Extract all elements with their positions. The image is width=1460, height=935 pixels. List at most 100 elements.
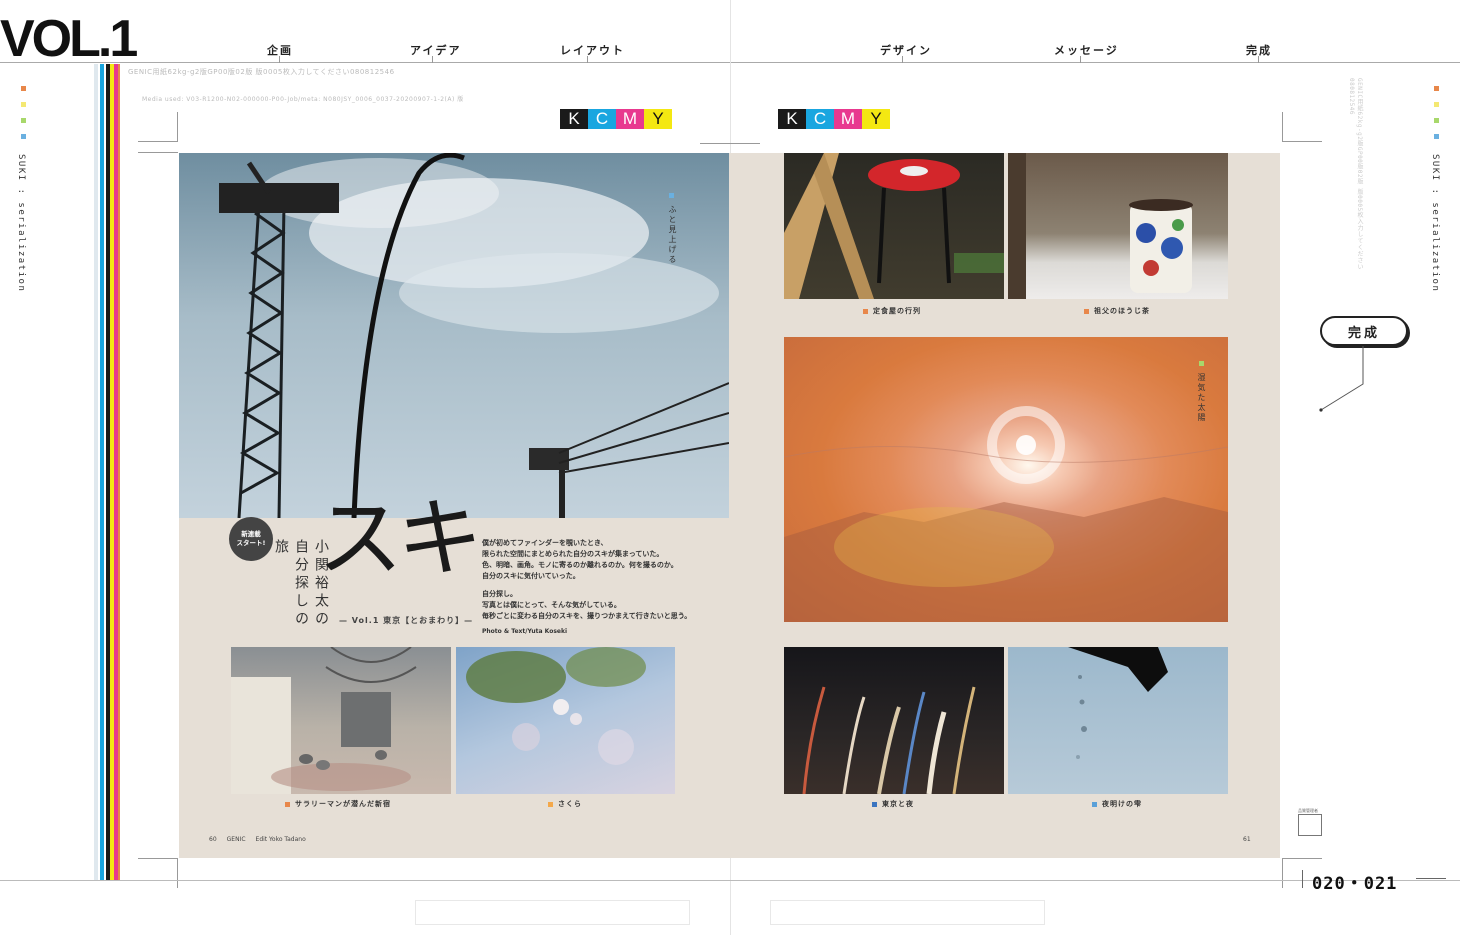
k-block: K	[778, 109, 806, 129]
kcmy-bar-left: K C M Y	[560, 109, 672, 129]
photo-dawn-drop	[1008, 647, 1228, 794]
caption-left-1: サラリーマンが潜んだ新宿	[285, 799, 391, 809]
left-folio: 60 GENIC Edit Yoko Tadano	[209, 836, 306, 843]
photo-hojicha-cup	[1008, 153, 1228, 299]
caption-left-2: さくら	[548, 799, 582, 809]
photo-shinjuku-walkway	[231, 647, 451, 794]
caption-marker	[285, 801, 290, 807]
caption-right-2: 祖父のほうじ茶	[1084, 306, 1150, 316]
crop-mark	[138, 858, 178, 888]
y-block: Y	[644, 109, 672, 129]
pagenum-rule	[1416, 878, 1446, 879]
color-bar-light	[94, 64, 98, 880]
photo-caption-vertical: ふと見上げる	[668, 205, 677, 265]
tab-tick	[587, 56, 588, 63]
tab-planning[interactable]: 企画	[267, 42, 293, 58]
photo-caption-vertical: 湿気た太陽	[1197, 373, 1206, 423]
m-block: M	[616, 109, 644, 129]
tab-layout[interactable]: レイアウト	[560, 42, 625, 58]
caption-text: 祖父のほうじ茶	[1094, 307, 1150, 315]
complete-button[interactable]: 完成	[1320, 316, 1408, 346]
print-form-left	[415, 900, 690, 925]
crop-mark	[1282, 112, 1322, 142]
bottom-rule	[0, 880, 1460, 881]
photo-hazy-sun	[784, 337, 1228, 622]
caption-marker	[872, 801, 877, 807]
body-line: 僕が初めてファインダーを覗いたとき、	[482, 539, 608, 547]
body-line: 写真とは僕にとって、そんな気がしている。	[482, 601, 621, 609]
tab-tick	[902, 56, 903, 63]
tab-message[interactable]: メッセージ	[1054, 42, 1119, 58]
crop-mark	[138, 112, 178, 142]
article-body: 僕が初めてファインダーを覗いたとき、 限られた空間にまとめられた自分のスキが集ま…	[482, 538, 712, 637]
caption-text: 夜明けの雫	[1102, 800, 1142, 808]
article-subtitle: — Vol.1 東京【とおまわり】—	[339, 616, 474, 625]
kcmy-bar-right: K C M Y	[778, 109, 890, 129]
page-number: 60	[209, 836, 217, 843]
photo-sakura	[456, 647, 675, 794]
photo-tokyo-night	[784, 647, 1004, 794]
magazine-spread: ふと見上げる 新連載 スタート! 小関裕太の自分探しの旅 スキ — Vol.1 …	[179, 153, 1280, 858]
marker-square	[21, 118, 26, 123]
c-block: C	[806, 109, 834, 129]
marker-square	[21, 86, 26, 91]
crop-mark	[700, 143, 760, 144]
body-line: 自分のスキに気付いていった。	[482, 572, 580, 580]
check-box[interactable]	[1298, 814, 1322, 836]
body-line: 毎秒ごとに変わる自分のスキを、撮りつかまえて行きたいと思う。	[482, 612, 692, 620]
connector-line	[1319, 346, 1364, 412]
spread-page-number: 020・021	[1312, 874, 1398, 894]
y-block: Y	[862, 109, 890, 129]
article-title: スキ	[317, 489, 483, 589]
right-folio: 61	[1243, 836, 1251, 843]
caption-text: サラリーマンが潜んだ新宿	[295, 800, 391, 808]
editor-credit: Edit Yoko Tadano	[255, 836, 306, 843]
body-line: 自分探し。	[482, 590, 517, 598]
caption-text: さくら	[558, 800, 582, 808]
magazine-name: GENIC	[226, 836, 246, 843]
caption-marker	[1092, 801, 1097, 807]
marker-square	[21, 134, 26, 139]
tab-idea[interactable]: アイデア	[410, 42, 461, 58]
body-line: 限られた空間にまとめられた自分のスキが集まっていた。	[482, 550, 664, 558]
tab-tick	[432, 56, 433, 63]
pagenum-divider	[1302, 870, 1303, 888]
caption-right-1: 定食屋の行列	[863, 306, 921, 316]
marker-square	[1434, 118, 1439, 123]
print-meta-line: Media used: V03-R1200-N02-000000-P00-Job…	[142, 96, 464, 103]
marker-square	[669, 193, 674, 198]
c-block: C	[588, 109, 616, 129]
side-label: SUKI : serialization	[1430, 154, 1440, 293]
photo-credit: Photo & Text/Yuta Koseki	[482, 628, 568, 635]
color-bar-orange	[118, 64, 120, 880]
caption-right-3: 東京と夜	[872, 799, 914, 809]
crop-mark	[138, 152, 178, 153]
new-series-badge: 新連載 スタート!	[229, 517, 273, 561]
caption-marker	[1084, 308, 1089, 314]
k-block: K	[560, 109, 588, 129]
print-meta-line: GENIC用紙62kg-g2版GP00版02版 版0005枚入力してください08…	[128, 68, 395, 76]
marker-square	[1434, 102, 1439, 107]
tab-design[interactable]: デザイン	[880, 42, 932, 58]
side-label: SUKI : serialization	[16, 154, 26, 293]
tab-tick	[1080, 56, 1081, 63]
caption-text: 定食屋の行列	[873, 307, 921, 315]
volume-title: VOL.1	[0, 10, 138, 68]
m-block: M	[834, 109, 862, 129]
marker-square	[1434, 134, 1439, 139]
caption-marker	[548, 801, 553, 807]
caption-text: 東京と夜	[882, 800, 914, 808]
color-bar-cyan	[100, 64, 104, 880]
marker-square	[21, 102, 26, 107]
photo-stool-queue	[784, 153, 1004, 299]
print-meta-vertical: GENIC用紙62kg-g2版GP00版02版 版0005枚入力してください08…	[1348, 78, 1363, 271]
marker-square	[1199, 361, 1204, 366]
tab-complete[interactable]: 完成	[1246, 42, 1272, 58]
photo-sky-crane	[179, 153, 729, 518]
tab-tick	[1258, 56, 1259, 63]
body-line: 色、明暗、画角。モノに寄るのか離れるのか。何を撮るのか。	[482, 561, 678, 569]
caption-right-4: 夜明けの雫	[1092, 799, 1142, 809]
marker-square	[1434, 86, 1439, 91]
print-form-right	[770, 900, 1045, 925]
caption-marker	[863, 308, 868, 314]
